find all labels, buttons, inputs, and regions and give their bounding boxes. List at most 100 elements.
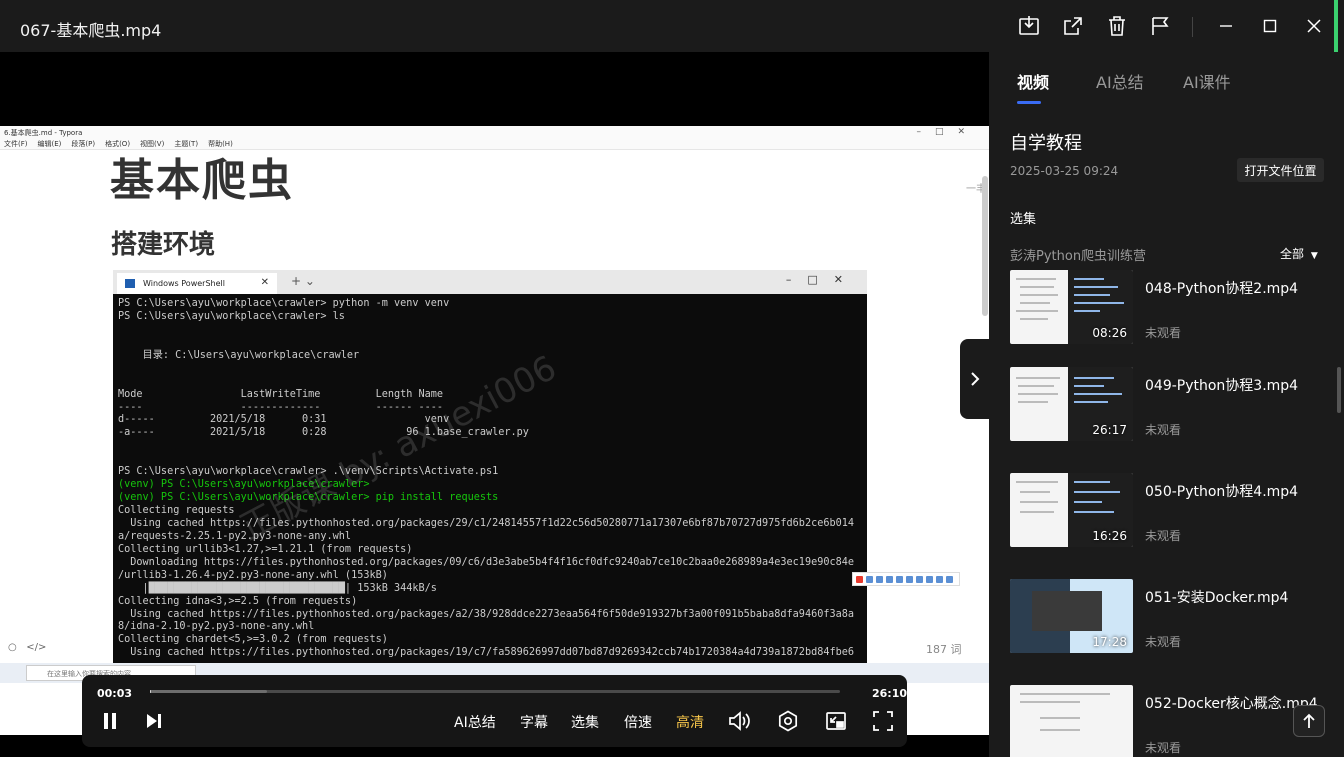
close-icon[interactable] [1302,14,1326,38]
ai-summary-button[interactable]: AI总结 [454,712,496,732]
collapse-panel-button[interactable] [960,339,989,419]
episode-list: 08:26 048-Python协程2.mp4 未观看 26:17 049-Py… [989,270,1344,757]
doc-heading: 基本爬虫 [110,155,294,206]
quality-button[interactable]: 高清 [676,712,704,732]
terminal-line: PS C:\Users\ayu\workplace\crawler> pytho… [118,298,450,309]
subtitles-button[interactable]: 字幕 [520,712,548,732]
close-icon: ✕ [260,277,269,288]
accent-strip [1334,0,1338,56]
typora-menu-item: 编辑(E) [37,140,62,148]
episode-title: 051-安装Docker.mp4 [1145,590,1289,606]
episode-title: 052-Docker核心概念.mp4 [1145,696,1318,712]
video-frame: 6.基本爬虫.md - Typora 文件(F) 编辑(E) 段落(P) 格式(… [0,126,989,735]
episode-item[interactable]: 17:28 051-安装Docker.mp4 未观看 [1010,579,1330,653]
terminal-line: PS C:\Users\ayu\workplace\crawler> .\ven… [118,466,499,478]
terminal-line: PS C:\Users\ayu\workplace\crawler> ls [118,310,345,322]
panel-scrollbar[interactable] [1337,367,1341,413]
tab-video[interactable]: 视频 [1017,69,1049,93]
terminal-line: 8/idna-2.10-py2.py3-none-any.whl [118,621,315,633]
powershell-tab: Windows PowerShell ✕ [117,273,277,294]
course-title: 自学教程 [1010,133,1082,154]
title-bar-divider [1192,17,1193,37]
tab-ai-courseware[interactable]: AI课件 [1183,69,1231,93]
episode-title: 048-Python协程2.mp4 [1145,281,1299,297]
terminal-line: Mode LastWriteTime Length Name [118,388,444,400]
pause-icon[interactable] [98,709,122,733]
settings-icon[interactable] [776,709,800,733]
terminal-line: |████████████████████████████████| 153kB… [118,582,437,594]
volume-icon[interactable] [728,709,752,733]
ime-toolbar [852,572,960,586]
episode-thumbnail: 17:28 [1010,579,1133,653]
episode-duration: 17:28 [1092,635,1127,649]
back-to-top-button[interactable] [1293,705,1325,737]
picture-in-picture-icon[interactable] [824,709,848,733]
player-controls: 00:03 26:10 AI总结 字幕 选集 倍速 高清 [82,675,907,747]
terminal-line: Collecting idna<3,>=2.5 (from requests) [118,595,358,607]
episode-status: 未观看 [1145,326,1182,340]
episode-item[interactable]: 08:26 048-Python协程2.mp4 未观看 [1010,270,1330,344]
powershell-tabbar: Windows PowerShell ✕ + ⌄ –□✕ [113,270,867,294]
terminal-line: a/requests-2.25.1-py2.py3-none-any.whl [118,530,352,542]
word-count: 187 词 [926,643,962,656]
episode-status: 未观看 [1145,741,1182,755]
terminal-line: Using cached https://files.pythonhosted.… [118,647,855,659]
episode-duration: 16:26 [1092,529,1127,543]
speed-button[interactable]: 倍速 [624,712,652,732]
terminal-line: Collecting urllib3<1.27,>=1.21.1 (from r… [118,543,413,555]
terminal-line: Using cached https://files.pythonhosted.… [118,517,855,529]
share-icon[interactable] [1061,14,1085,38]
side-panel: 视频 AI总结 AI课件 自学教程 2025-03-25 09:24 打开文件位… [989,52,1344,757]
video-area[interactable]: 6.基本爬虫.md - Typora 文件(F) 编辑(E) 段落(P) 格式(… [0,52,989,757]
terminal-line: Collecting requests [118,505,235,516]
terminal-line: ---- ------------- ------ ---- [118,401,444,413]
progress-buffered [150,690,268,693]
terminal-line: Collecting chardet<5,>=3.0.2 (from reque… [118,634,388,646]
episode-duration: 26:17 [1092,423,1127,437]
typora-title: 6.基本爬虫.md - Typora [4,129,83,137]
doc-scrollbar [982,176,988,316]
episodes-button[interactable]: 选集 [571,712,599,732]
episode-duration: 08:26 [1092,326,1127,340]
terminal-line: /urllib3-1.26.4-py2.py3-none-any.whl (15… [118,569,388,581]
plus-icon: + ⌄ [291,274,315,288]
episode-status: 未观看 [1145,423,1182,437]
episode-title: 050-Python协程4.mp4 [1145,484,1299,500]
powershell-tab-label: Windows PowerShell [143,279,225,288]
fullscreen-icon[interactable] [871,709,895,733]
terminal-line: 目录: C:\Users\ayu\workplace\crawler [118,349,360,361]
current-time: 00:03 [97,687,133,700]
progress-bar[interactable] [150,690,840,693]
series-filter-label: 全部 [1280,247,1305,261]
episode-item[interactable]: 26:17 049-Python协程3.mp4 未观看 [1010,367,1330,441]
terminal-line: -a---- 2021/5/18 0:28 96 1.base_crawler.… [118,427,529,439]
download-icon[interactable] [1017,14,1041,38]
series-filter-dropdown[interactable]: 全部 ▼ [1280,245,1318,262]
typora-menu-item: 文件(F) [4,140,28,148]
terminal-line: Downloading https://files.pythonhosted.o… [118,556,855,568]
terminal-line: (venv) PS C:\Users\ayu\workplace\crawler… [118,479,370,491]
episode-item[interactable]: 052-Docker核心概念.mp4 未观看 [1010,685,1330,757]
doc-subheading: 搭建环境 [111,230,216,260]
terminal-line: d----- 2021/5/18 0:31 venv [118,414,450,426]
tab-ai-summary[interactable]: AI总结 [1096,69,1144,93]
open-folder-button[interactable]: 打开文件位置 [1237,158,1324,182]
episode-thumbnail: 16:26 [1010,473,1133,547]
episode-thumbnail: 08:26 [1010,270,1133,344]
maximize-icon[interactable] [1258,14,1282,38]
pin-icon[interactable] [1149,14,1173,38]
powershell-icon [125,279,135,288]
next-icon[interactable] [142,709,166,733]
typora-window-controls: –□✕ [916,127,979,137]
episode-title: 049-Python协程3.mp4 [1145,378,1299,394]
course-date: 2025-03-25 09:24 [1010,164,1119,178]
episode-status: 未观看 [1145,529,1182,543]
minimize-icon[interactable] [1214,14,1238,38]
episode-item[interactable]: 16:26 050-Python协程4.mp4 未观看 [1010,473,1330,547]
delete-icon[interactable] [1105,14,1129,38]
window-title: 067-基本爬虫.mp4 [20,21,162,40]
